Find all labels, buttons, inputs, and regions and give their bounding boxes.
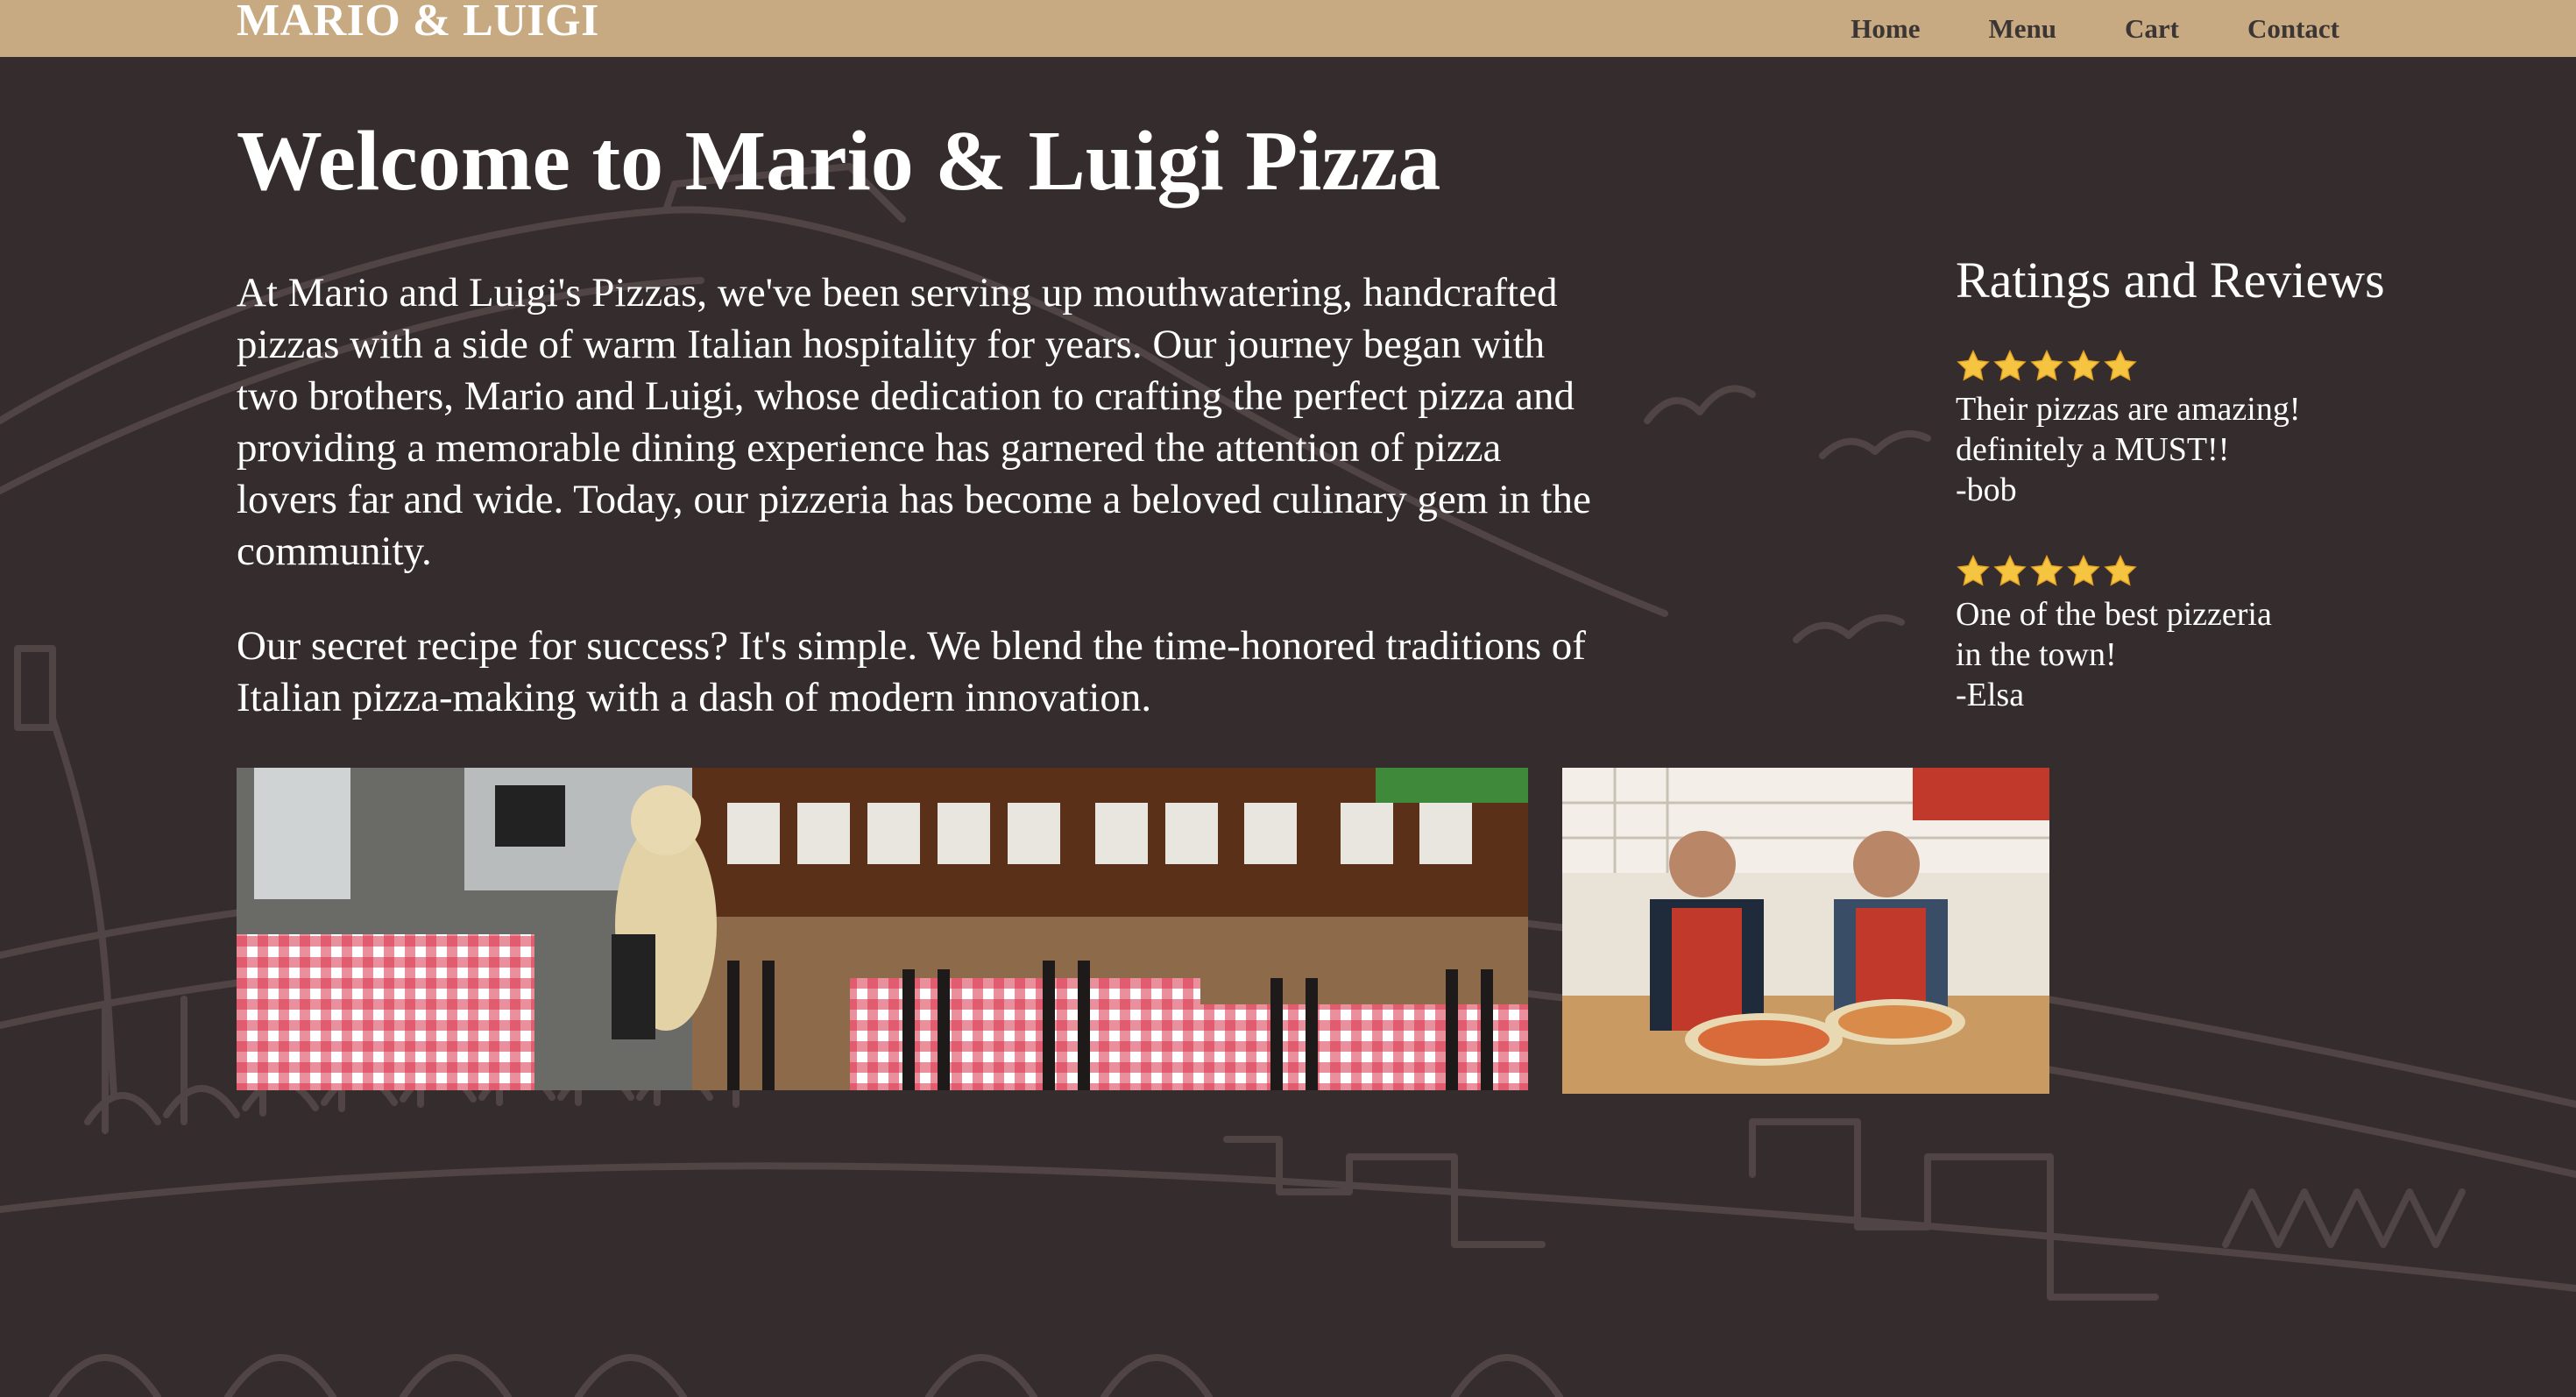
star-icon: [1957, 349, 1990, 381]
review-item: Their pizzas are amazing! definitely a M…: [1956, 349, 2446, 510]
top-navbar: MARIO & LUIGI Home Menu Cart Contact: [0, 0, 2576, 57]
chefs-with-pizza-photo: [1562, 768, 2049, 1094]
reviews-heading: Ratings and Reviews: [1956, 252, 2385, 308]
ratings-reviews-panel: Ratings and Reviews Their pizzas are ama…: [1956, 247, 2446, 759]
star-icon: [2104, 554, 2137, 586]
brand-logo[interactable]: MARIO & LUIGI: [237, 0, 599, 46]
nav-links: Home Menu Cart Contact: [1851, 0, 2339, 57]
restaurant-interior-photo: [237, 768, 1528, 1090]
page-title: Welcome to Mario & Luigi Pizza: [237, 114, 1441, 209]
star-icon: [2067, 554, 2100, 586]
star-rating: [1956, 554, 2446, 592]
intro-paragraph: At Mario and Luigi's Pizzas, we've been …: [237, 270, 1591, 574]
star-rating: [1956, 349, 2446, 387]
nav-link-contact[interactable]: Contact: [2247, 13, 2339, 45]
star-icon: [2030, 349, 2063, 381]
review-text: One of the best pizzeria in the town! -E…: [1956, 596, 2272, 713]
review-text: Their pizzas are amazing! definitely a M…: [1956, 391, 2301, 508]
star-icon: [1957, 554, 1990, 586]
main-content: Welcome to Mario & Luigi Pizza At Mario …: [0, 0, 2576, 1397]
nav-link-home[interactable]: Home: [1851, 13, 1920, 45]
star-icon: [2067, 349, 2100, 381]
review-item: One of the best pizzeria in the town! -E…: [1956, 554, 2446, 715]
star-icon: [2030, 554, 2063, 586]
nav-link-menu[interactable]: Menu: [1988, 13, 2056, 45]
intro-paragraph: Our secret recipe for success? It's simp…: [237, 623, 1586, 720]
star-icon: [1993, 554, 2027, 586]
nav-link-cart[interactable]: Cart: [2125, 13, 2179, 45]
star-icon: [1993, 349, 2027, 381]
star-icon: [2104, 349, 2137, 381]
intro-text: At Mario and Luigi's Pizzas, we've been …: [237, 267, 1603, 767]
